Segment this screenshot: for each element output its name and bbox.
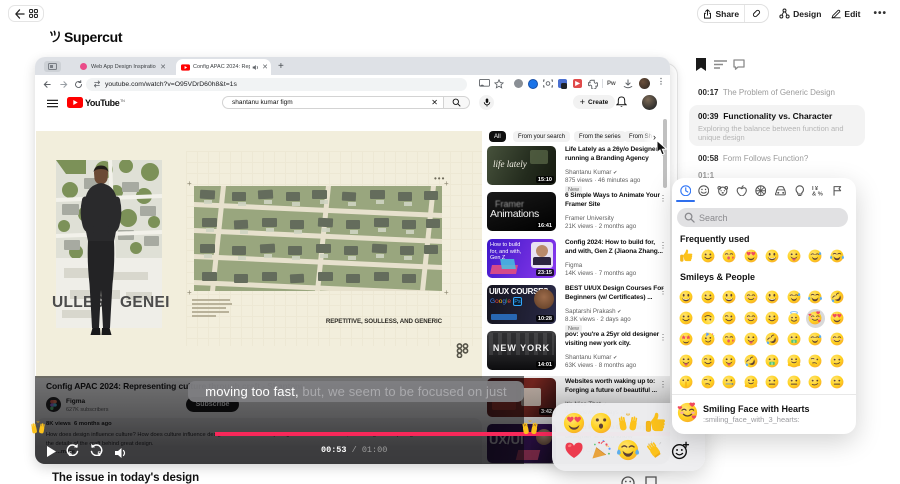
svg-text:%: % — [818, 191, 823, 196]
svg-text:&: & — [812, 191, 816, 196]
